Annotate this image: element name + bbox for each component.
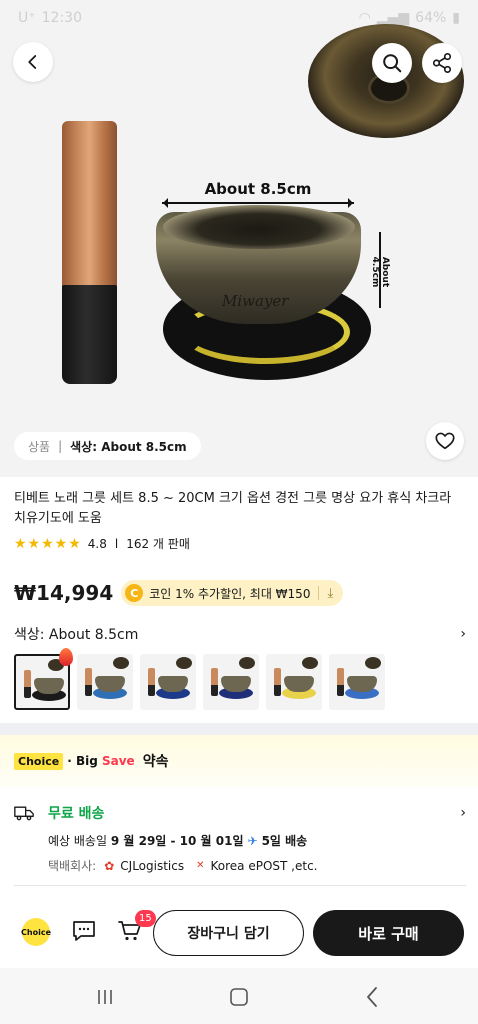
- airplane-icon: ✈: [247, 833, 258, 848]
- battery-level: 64%: [415, 10, 447, 26]
- chat-icon[interactable]: [72, 920, 96, 946]
- dimension-height-label: About 4.5cm: [370, 256, 390, 288]
- heart-icon: [435, 432, 455, 450]
- add-to-cart-button[interactable]: 장바구니 담기: [153, 910, 304, 956]
- wishlist-button[interactable]: [426, 422, 464, 460]
- color-swatch[interactable]: [203, 654, 259, 710]
- variant-pill-label: 색상: About 8.5cm: [70, 439, 187, 454]
- color-swatch[interactable]: [329, 654, 385, 710]
- cj-logistics-icon: ✿: [104, 858, 115, 873]
- korea-post-icon: ✕: [196, 860, 205, 871]
- rating-stars-icon: ★★★★★: [14, 535, 82, 552]
- carrier-line: 택배회사: ✿ CJLogistics ✕ Korea ePOST ,etc.: [48, 857, 466, 874]
- system-back-icon[interactable]: [364, 986, 380, 1012]
- color-option-row[interactable]: 색상: About 8.5cm ›: [14, 624, 466, 644]
- carrier-cj: CJLogistics: [120, 858, 185, 873]
- battery-icon: ▮: [452, 10, 460, 26]
- carrier-label: U⁺: [18, 10, 36, 26]
- color-option-label: 색상: About 8.5cm: [14, 627, 139, 643]
- home-icon[interactable]: [229, 988, 249, 1010]
- cart-count-badge: 15: [135, 910, 156, 927]
- back-button[interactable]: [13, 42, 53, 82]
- chevron-left-icon: [28, 55, 37, 69]
- delivery-estimate: 예상 배송일 9 월 29일 - 10 월 01일 ✈ 5일 배송: [48, 833, 308, 849]
- big-save-label: · Big Save: [67, 754, 135, 768]
- rating-row[interactable]: ★★★★★ 4.8 l 162 개 판매: [14, 535, 190, 552]
- product-title: 티베트 노래 그릇 세트 8.5 ~ 20CM 크기 옵션 경전 그릇 명상 요…: [14, 491, 452, 526]
- truck-icon: [14, 806, 34, 821]
- promise-label: 약속: [142, 754, 169, 770]
- system-nav-bar: [0, 968, 478, 1024]
- bottom-action-bar: Choice 15 장바구니 담기 바로 구매: [0, 896, 478, 968]
- product-price: ₩14,994: [14, 581, 114, 605]
- download-icon[interactable]: ⤓: [327, 586, 333, 601]
- singing-bowl-rim: [163, 205, 355, 249]
- bowl-brand-engraving: Miwayer: [222, 292, 289, 310]
- recent-apps-icon[interactable]: [96, 988, 114, 1010]
- search-icon: [383, 54, 402, 73]
- delivery-days: 5일 배송: [261, 834, 308, 848]
- coin-icon: C: [125, 584, 144, 602]
- rating-separator: l: [114, 536, 119, 551]
- mallet-handle-image: [62, 121, 117, 289]
- chip-divider: [318, 586, 320, 600]
- variant-pill-separator: |: [58, 439, 63, 453]
- price-row: ₩14,994 C 코인 1% 추가할인, 최대 ₩150 ⤓: [14, 580, 344, 606]
- coin-discount-chip[interactable]: C 코인 1% 추가할인, 최대 ₩150 ⤓: [121, 580, 344, 606]
- choice-tag: Choice: [14, 752, 64, 770]
- mallet-felt-image: [62, 285, 117, 384]
- chevron-right-icon: ›: [460, 805, 466, 821]
- variant-pill[interactable]: 상품 | 색상: About 8.5cm: [14, 432, 201, 460]
- section-divider: [0, 723, 478, 735]
- rating-value: 4.8: [87, 536, 107, 551]
- variant-pill-prefix: 상품: [28, 439, 51, 454]
- buy-now-button[interactable]: 바로 구매: [313, 910, 464, 956]
- dimension-width-arrow: [162, 198, 354, 208]
- coin-discount-text: 코인 1% 추가할인, 최대 ₩150: [149, 586, 311, 601]
- delivery-date-range: 9 월 29일 - 10 월 01일: [110, 834, 244, 848]
- choice-banner[interactable]: Choice · Big Save 약속: [0, 735, 478, 787]
- carrier-korea-post: Korea ePOST ,etc.: [210, 858, 318, 873]
- color-swatch[interactable]: [140, 654, 196, 710]
- wifi-icon: ◠: [358, 10, 371, 26]
- hot-fire-icon: [59, 648, 73, 666]
- share-button[interactable]: [422, 43, 462, 83]
- dimension-width-label: About 8.5cm: [204, 180, 312, 198]
- shipping-section[interactable]: 무료 배송 › 예상 배송일 9 월 29일 - 10 월 01일 ✈ 5일 배…: [14, 800, 466, 874]
- color-swatch[interactable]: [77, 654, 133, 710]
- carrier-label: 택배회사:: [48, 859, 97, 873]
- color-swatch[interactable]: [266, 654, 322, 710]
- search-button[interactable]: [372, 43, 412, 83]
- sold-count: 162 개 판매: [126, 537, 190, 551]
- product-image-gallery[interactable]: U⁺ 12:30 ◠ ▂▄▆ 64% ▮ About 8.5cm About 4…: [0, 0, 478, 477]
- divider: [14, 885, 466, 886]
- chevron-right-icon: ›: [460, 626, 466, 642]
- share-icon: [432, 53, 452, 73]
- status-time: 12:30: [41, 10, 82, 26]
- free-shipping-label: 무료 배송: [48, 806, 105, 822]
- choice-button[interactable]: Choice: [21, 918, 51, 946]
